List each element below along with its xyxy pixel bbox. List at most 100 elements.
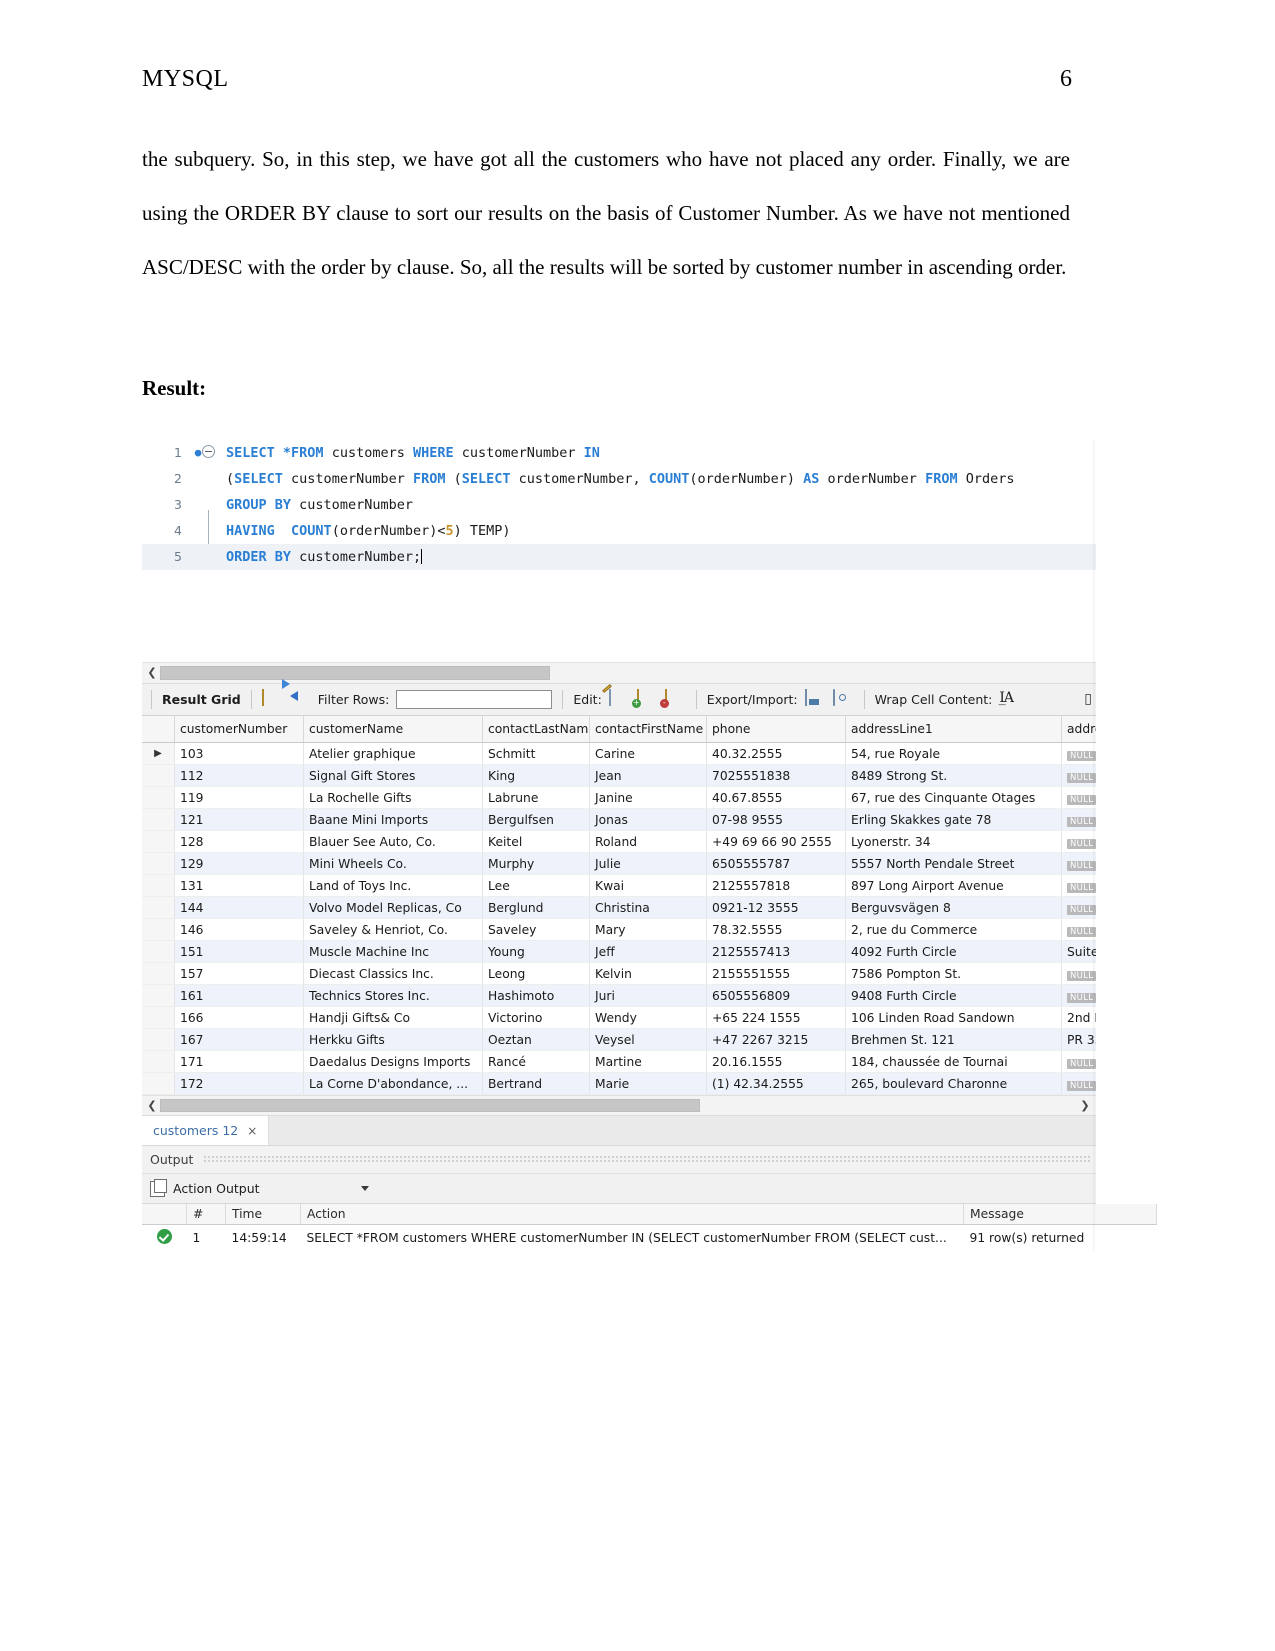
cell-contactLastName[interactable]: Berglund [482,896,590,919]
row-selector-cell[interactable] [142,764,175,787]
table-row[interactable]: 128 Blauer See Auto, Co. Keitel Roland +… [142,830,1096,853]
cell-phone[interactable]: 7025551838 [706,764,846,787]
cell-phone[interactable]: 20.16.1555 [706,1050,846,1073]
cell-phone[interactable]: 0921-12 3555 [706,896,846,919]
cell-phone[interactable]: 2155551555 [706,962,846,985]
cell-addressLine1[interactable]: 2, rue du Commerce [845,918,1062,941]
cell-contactFirstName[interactable]: Martine [589,1050,707,1073]
cell-customerName[interactable]: Volvo Model Replicas, Co [303,896,483,919]
result-tab-customers[interactable]: customers 12 × [142,1116,270,1145]
close-icon[interactable]: × [247,1124,257,1138]
cell-phone[interactable]: 07-98 9555 [706,808,846,831]
cell-customerNumber[interactable]: 129 [174,852,304,875]
column-header-customerNumber[interactable]: customerNumber [174,716,304,743]
row-selector-cell[interactable] [142,1028,175,1051]
table-row[interactable]: 171 Daedalus Designs Imports Rancé Marti… [142,1050,1096,1073]
grid-view-button[interactable] [261,688,283,710]
table-row[interactable]: 131 Land of Toys Inc. Lee Kwai 212555781… [142,874,1096,897]
cell-phone[interactable]: 78.32.5555 [706,918,846,941]
cell-addressLine1[interactable]: 5557 North Pendale Street [845,852,1062,875]
cell-customerNumber[interactable]: 161 [174,984,304,1007]
action-output-row[interactable]: 1 14:59:14 SELECT *FROM customers WHERE … [142,1224,1157,1251]
result-grid-toolbar[interactable]: Result Grid Filter Rows: Edit: + - Expor… [142,678,1096,716]
cell-contactLastName[interactable]: Keitel [482,830,590,853]
result-tabstrip[interactable]: customers 12 × [142,1115,1096,1145]
chevron-down-icon[interactable] [361,1186,369,1191]
sql-editor[interactable]: 1 ● SELECT *FROM customers WHERE custome… [142,440,1096,662]
row-selector-cell[interactable]: ▶ [142,742,175,765]
table-row[interactable]: 146 Saveley & Henriot, Co. Saveley Mary … [142,918,1096,941]
table-row[interactable]: 166 Handji Gifts& Co Victorino Wendy +65… [142,1006,1096,1029]
cell-customerNumber[interactable]: 151 [174,940,304,963]
cell-contactLastName[interactable]: Bertrand [482,1072,590,1095]
cell-addressLine1[interactable]: 9408 Furth Circle [845,984,1062,1007]
cell-phone[interactable]: 40.67.8555 [706,786,846,809]
cell-customerName[interactable]: Baane Mini Imports [303,808,483,831]
cell-phone[interactable]: +65 224 1555 [706,1006,846,1029]
cell-customerNumber[interactable]: 103 [174,742,304,765]
result-grid[interactable]: customerNumber customerName contactLastN… [142,716,1096,1095]
cell-phone[interactable]: 2125557818 [706,874,846,897]
column-header-phone[interactable]: phone [706,716,846,743]
code-line-3[interactable]: 3 GROUP BY customerNumber [142,492,1096,518]
column-header-addressLine2[interactable]: addres [1061,716,1096,743]
cell-addressLine2[interactable]: NULL [1061,874,1096,897]
table-row[interactable]: ▶ 103 Atelier graphique Schmitt Carine 4… [142,742,1096,765]
cell-customerName[interactable]: La Rochelle Gifts [303,786,483,809]
cell-addressLine2[interactable]: NULL [1061,1072,1096,1095]
cell-contactFirstName[interactable]: Jean [589,764,707,787]
cell-contactFirstName[interactable]: Marie [589,1072,707,1095]
cell-customerNumber[interactable]: 121 [174,808,304,831]
cell-phone[interactable]: +49 69 66 90 2555 [706,830,846,853]
cell-addressLine1[interactable]: 897 Long Airport Avenue [845,874,1062,897]
cell-contactFirstName[interactable]: Jeff [589,940,707,963]
row-selector-cell[interactable] [142,808,175,831]
copy-icon[interactable] [150,1178,167,1197]
cell-contactLastName[interactable]: Hashimoto [482,984,590,1007]
row-selector-cell[interactable] [142,918,175,941]
cell-customerNumber[interactable]: 146 [174,918,304,941]
cell-contactFirstName[interactable]: Juri [589,984,707,1007]
cell-customerName[interactable]: Muscle Machine Inc [303,940,483,963]
cell-addressLine1[interactable]: Brehmen St. 121 [845,1028,1062,1051]
cell-contactFirstName[interactable]: Roland [589,830,707,853]
column-header-customerName[interactable]: customerName [303,716,483,743]
table-row[interactable]: 172 La Corne D'abondance, ... Bertrand M… [142,1072,1096,1095]
scroll-left-icon[interactable]: ❮ [144,1096,160,1115]
table-row[interactable]: 161 Technics Stores Inc. Hashimoto Juri … [142,984,1096,1007]
cell-contactLastName[interactable]: Bergulfsen [482,808,590,831]
cell-contactFirstName[interactable]: Kelvin [589,962,707,985]
cell-customerName[interactable]: Handji Gifts& Co [303,1006,483,1029]
row-selector-cell[interactable] [142,896,175,919]
cell-addressLine1[interactable]: 184, chaussée de Tournai [845,1050,1062,1073]
cell-contactLastName[interactable]: Rancé [482,1050,590,1073]
cell-addressLine2[interactable]: NULL [1061,786,1096,809]
row-selector-cell[interactable] [142,962,175,985]
cell-addressLine1[interactable]: 106 Linden Road Sandown [845,1006,1062,1029]
cell-addressLine2[interactable]: PR 334 [1061,1028,1096,1051]
cell-contactLastName[interactable]: King [482,764,590,787]
cell-contactLastName[interactable]: Victorino [482,1006,590,1029]
cell-addressLine2[interactable]: NULL [1061,918,1096,941]
breakpoint-marker-icon[interactable]: ● [190,440,206,466]
cell-customerName[interactable]: Mini Wheels Co. [303,852,483,875]
cell-customerName[interactable]: Herkku Gifts [303,1028,483,1051]
code-line-4[interactable]: 4 HAVING COUNT(orderNumber)<5) TEMP) [142,518,1096,544]
row-selector-cell[interactable] [142,1072,175,1095]
cell-customerNumber[interactable]: 144 [174,896,304,919]
cell-contactLastName[interactable]: Saveley [482,918,590,941]
cell-customerName[interactable]: Signal Gift Stores [303,764,483,787]
cell-phone[interactable]: 2125557413 [706,940,846,963]
cell-contactFirstName[interactable]: Janine [589,786,707,809]
cell-customerNumber[interactable]: 171 [174,1050,304,1073]
cell-contactLastName[interactable]: Lee [482,874,590,897]
scrollbar-thumb[interactable] [160,666,550,680]
cell-customerNumber[interactable]: 157 [174,962,304,985]
cell-customerName[interactable]: La Corne D'abondance, ... [303,1072,483,1095]
grid-horizontal-scrollbar[interactable]: ❮ ❯ [142,1095,1096,1115]
table-row[interactable]: 121 Baane Mini Imports Bergulfsen Jonas … [142,808,1096,831]
row-selector-cell[interactable] [142,786,175,809]
cell-addressLine2[interactable]: NULL [1061,742,1096,765]
cell-customerName[interactable]: Blauer See Auto, Co. [303,830,483,853]
grid-options-icon[interactable]: ▯ [1084,691,1092,707]
